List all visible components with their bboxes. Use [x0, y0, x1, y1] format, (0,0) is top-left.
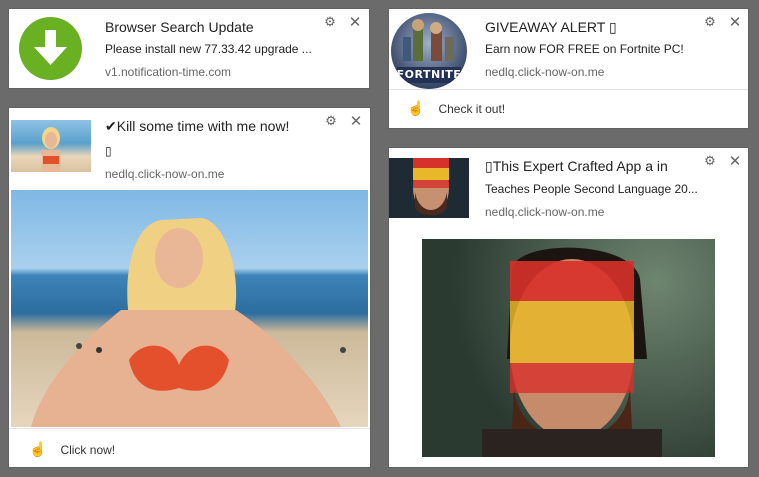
notification-kill-time[interactable]: ✔Kill some time with me now! ▯ nedlq.cli… — [9, 108, 370, 467]
notification-title: ✔Kill some time with me now! — [105, 118, 290, 134]
notification-body: Teaches People Second Language 20... — [485, 182, 698, 196]
fortnite-logo-text: FORTNITE — [396, 68, 462, 81]
action-label: Check it out! — [438, 101, 506, 116]
notification-browser-update[interactable]: Browser Search Update Please install new… — [9, 9, 369, 88]
notification-language-app[interactable]: ▯This Expert Crafted App a in Teaches Pe… — [389, 148, 748, 467]
download-arrow-icon — [19, 17, 82, 80]
notification-body: Earn now FOR FREE on Fortnite PC! — [485, 42, 684, 56]
close-icon[interactable]: ✕ — [728, 14, 742, 31]
divider — [9, 428, 370, 429]
notification-domain: nedlq.click-now-on.me — [105, 167, 225, 181]
gear-icon[interactable]: ⚙ — [324, 113, 338, 128]
notification-title: Browser Search Update — [105, 19, 254, 35]
thumbnail-image — [11, 120, 91, 172]
hero-image — [11, 190, 368, 427]
notification-domain: nedlq.click-now-on.me — [485, 65, 605, 79]
check-it-out-button[interactable]: ☝ Check it out! — [407, 100, 505, 117]
divider — [389, 89, 748, 90]
notification-body: ▯ — [105, 144, 112, 158]
pointer-hand-icon: ☝ — [29, 441, 47, 457]
fortnite-thumbnail: FORTNITE — [391, 13, 467, 89]
pointer-hand-icon: ☝ — [407, 100, 425, 116]
close-icon[interactable]: ✕ — [728, 153, 742, 170]
click-now-button[interactable]: ☝ Click now! — [29, 441, 115, 458]
gear-icon[interactable]: ⚙ — [703, 153, 717, 168]
notification-title: ▯This Expert Crafted App a in — [485, 158, 668, 174]
notification-domain: nedlq.click-now-on.me — [485, 205, 605, 219]
gear-icon[interactable]: ⚙ — [703, 14, 717, 29]
close-icon[interactable]: ✕ — [349, 113, 363, 130]
notification-title: GIVEAWAY ALERT ▯ — [485, 19, 617, 35]
close-icon[interactable]: ✕ — [348, 14, 362, 31]
notification-body: Please install new 77.33.42 upgrade ... — [105, 42, 312, 56]
gear-icon[interactable]: ⚙ — [323, 14, 337, 29]
notification-giveaway[interactable]: FORTNITE GIVEAWAY ALERT ▯ Earn now FOR F… — [389, 9, 748, 128]
action-label: Click now! — [60, 442, 116, 457]
notification-domain: v1.notification-time.com — [105, 65, 232, 79]
thumbnail-image — [389, 158, 469, 218]
hero-image — [422, 239, 715, 457]
